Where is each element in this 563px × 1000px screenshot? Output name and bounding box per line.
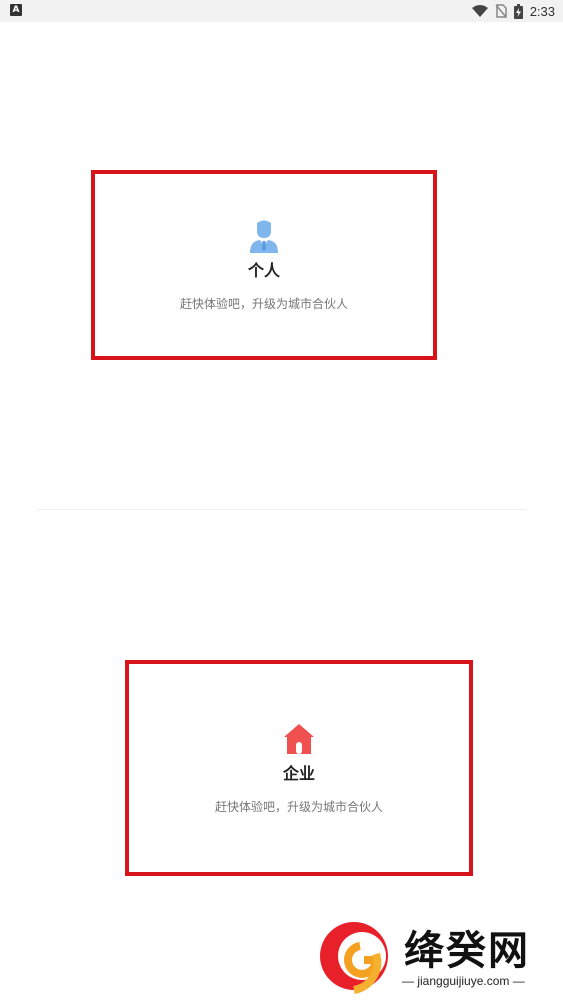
site-watermark: 绛癸网 — jiangguijiuye.com —	[316, 916, 556, 996]
watermark-logo-icon	[320, 922, 388, 994]
personal-subtitle: 赶快体验吧，升级为城市合伙人	[179, 296, 348, 311]
no-sim-icon	[495, 4, 507, 18]
watermark-name: 绛癸网	[404, 928, 530, 974]
enterprise-option-card[interactable]: 企业 赶快体验吧，升级为城市合伙人	[125, 660, 473, 876]
section-divider	[38, 509, 526, 510]
enterprise-title: 企业	[282, 763, 315, 783]
house-icon	[284, 723, 314, 754]
status-bar: A 2:33	[0, 0, 563, 22]
battery-charging-icon	[513, 3, 523, 19]
wifi-icon	[471, 4, 488, 17]
personal-title: 个人	[247, 260, 280, 280]
enterprise-subtitle: 赶快体验吧，升级为城市合伙人	[214, 799, 383, 814]
app-notification-icon: A	[10, 4, 22, 16]
status-icons: 2:33	[471, 2, 555, 20]
person-icon	[250, 220, 278, 253]
watermark-url: — jiangguijiuye.com —	[402, 974, 525, 988]
personal-option-card[interactable]: 个人 赶快体验吧，升级为城市合伙人	[91, 170, 437, 360]
status-time: 2:33	[529, 3, 555, 19]
